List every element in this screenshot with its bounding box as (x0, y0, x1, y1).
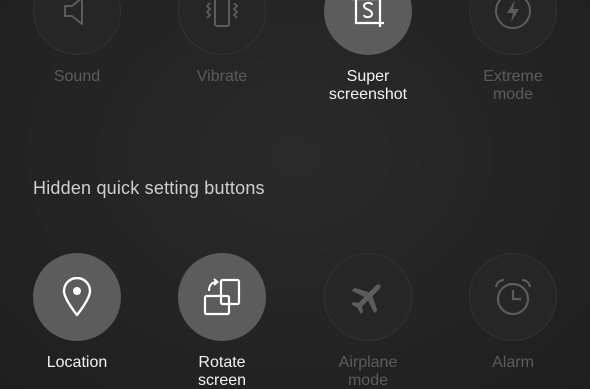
speaker-icon (60, 0, 94, 28)
location-pin-icon (59, 277, 95, 317)
section-heading: Hidden quick setting buttons (33, 178, 265, 198)
vibrate-icon (202, 0, 242, 28)
tile-extreme-mode-label: Extreme mode (483, 68, 543, 103)
tile-alarm-circle[interactable] (469, 253, 557, 341)
tile-rotate-screen-circle[interactable] (178, 253, 266, 341)
tile-alarm-label: Alarm (492, 354, 534, 371)
tile-super-screenshot-label: Super screenshot (328, 68, 408, 103)
tile-alarm[interactable]: Alarm (453, 253, 573, 372)
tile-rotate-screen[interactable]: Rotate screen (162, 253, 282, 389)
quick-settings-editor: Sound Vibrate Super screenshot Extreme m… (0, 0, 590, 389)
tile-super-screenshot-circle[interactable] (324, 0, 412, 55)
tile-vibrate-label: Vibrate (196, 68, 248, 85)
power-saving-icon (493, 0, 533, 31)
alarm-clock-icon (492, 276, 534, 318)
tile-extreme-mode[interactable]: Extreme mode (453, 0, 573, 104)
tile-location-circle[interactable] (33, 253, 121, 341)
tile-vibrate[interactable]: Vibrate (162, 0, 282, 86)
tile-location-label: Location (46, 354, 108, 371)
rotate-screen-icon (201, 276, 243, 318)
tile-sound[interactable]: Sound (17, 0, 137, 86)
tile-rotate-screen-label: Rotate screen (197, 354, 247, 389)
tile-extreme-mode-circle[interactable] (469, 0, 557, 55)
tile-sound-label: Sound (53, 68, 101, 85)
tile-super-screenshot[interactable]: Super screenshot (308, 0, 428, 104)
tile-vibrate-circle[interactable] (178, 0, 266, 55)
airplane-icon (348, 277, 388, 317)
tile-airplane-mode-label: Airplane mode (338, 354, 398, 389)
tile-sound-circle[interactable] (33, 0, 121, 55)
screenshot-icon (349, 0, 387, 30)
tile-airplane-mode[interactable]: Airplane mode (308, 253, 428, 389)
tile-location[interactable]: Location (17, 253, 137, 372)
tile-airplane-mode-circle[interactable] (324, 253, 412, 341)
